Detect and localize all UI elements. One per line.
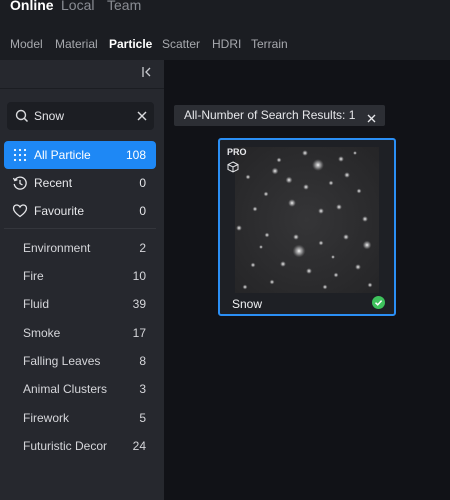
asset-title: Snow bbox=[232, 297, 263, 311]
category-fluid[interactable]: Fluid 39 bbox=[4, 291, 156, 317]
tab-local[interactable]: Local bbox=[61, 0, 94, 13]
category-label: Firework bbox=[23, 411, 70, 425]
history-icon bbox=[12, 175, 28, 191]
nav-count: 108 bbox=[125, 148, 146, 162]
results-panel: All-Number of Search Results: 1 PRO Snow bbox=[164, 60, 450, 500]
close-icon[interactable] bbox=[134, 108, 150, 124]
tab-online[interactable]: Online bbox=[10, 0, 54, 13]
heart-icon bbox=[12, 203, 28, 219]
tab-team[interactable]: Team bbox=[107, 0, 141, 13]
nav-count: 0 bbox=[139, 204, 146, 218]
result-count-label: All-Number of Search Results: 1 bbox=[184, 108, 356, 122]
category-animal-clusters[interactable]: Animal Clusters 3 bbox=[4, 376, 156, 402]
category-count: 3 bbox=[139, 382, 146, 396]
search-icon bbox=[14, 108, 30, 124]
snow-thumbnail bbox=[235, 147, 379, 293]
category-label: Futuristic Decor bbox=[23, 439, 108, 453]
category-label: Falling Leaves bbox=[23, 354, 101, 368]
category-futuristic-decor[interactable]: Futuristic Decor 24 bbox=[4, 433, 156, 459]
category-count: 24 bbox=[132, 439, 146, 453]
sidebar-separator bbox=[4, 228, 156, 229]
nav-recent[interactable]: Recent 0 bbox=[4, 169, 156, 197]
cube-icon bbox=[227, 160, 239, 173]
category-count: 10 bbox=[132, 269, 146, 283]
check-circle-icon bbox=[372, 296, 385, 309]
category-tabs: Model Material Particle Scatter HDRI Ter… bbox=[0, 26, 450, 60]
tab-material[interactable]: Material bbox=[55, 37, 98, 51]
category-environment[interactable]: Environment 2 bbox=[4, 235, 156, 261]
category-fire[interactable]: Fire 10 bbox=[4, 263, 156, 289]
nav-label: Favourite bbox=[34, 204, 85, 218]
category-firework[interactable]: Firework 5 bbox=[4, 405, 156, 431]
category-label: Fluid bbox=[23, 297, 50, 311]
category-count: 39 bbox=[132, 297, 146, 311]
tab-hdri[interactable]: HDRI bbox=[212, 37, 241, 51]
tab-scatter[interactable]: Scatter bbox=[162, 37, 200, 51]
category-label: Fire bbox=[23, 269, 44, 283]
source-tabs: Online Local Team bbox=[0, 0, 450, 26]
category-label: Animal Clusters bbox=[23, 382, 108, 396]
category-label: Environment bbox=[23, 241, 91, 255]
nav-favourite[interactable]: Favourite 0 bbox=[4, 197, 156, 225]
category-count: 8 bbox=[139, 354, 146, 368]
category-smoke[interactable]: Smoke 17 bbox=[4, 320, 156, 346]
category-count: 5 bbox=[139, 411, 146, 425]
category-label: Smoke bbox=[23, 326, 61, 340]
close-icon[interactable] bbox=[366, 110, 377, 123]
pro-badge: PRO bbox=[227, 147, 247, 157]
nav-label: All Particle bbox=[34, 148, 91, 162]
nav-label: Recent bbox=[34, 176, 73, 190]
collapse-left-icon[interactable] bbox=[139, 66, 155, 82]
category-falling-leaves[interactable]: Falling Leaves 8 bbox=[4, 348, 156, 374]
search-box[interactable] bbox=[7, 102, 154, 130]
nav-all-particle[interactable]: All Particle 108 bbox=[4, 141, 156, 169]
tab-terrain[interactable]: Terrain bbox=[251, 37, 288, 51]
sidebar: All Particle 108 Recent 0 Favourite 0 En… bbox=[0, 60, 164, 500]
nav-count: 0 bbox=[139, 176, 146, 190]
category-count: 2 bbox=[139, 241, 146, 255]
search-input[interactable] bbox=[34, 107, 129, 125]
asset-card-snow[interactable]: PRO Snow bbox=[218, 138, 396, 316]
grid-dots-icon bbox=[12, 147, 28, 163]
category-count: 17 bbox=[132, 326, 146, 340]
sidebar-divider bbox=[0, 88, 164, 89]
tab-model[interactable]: Model bbox=[10, 37, 43, 51]
search-result-chip: All-Number of Search Results: 1 bbox=[174, 105, 386, 126]
tab-particle[interactable]: Particle bbox=[109, 37, 152, 51]
